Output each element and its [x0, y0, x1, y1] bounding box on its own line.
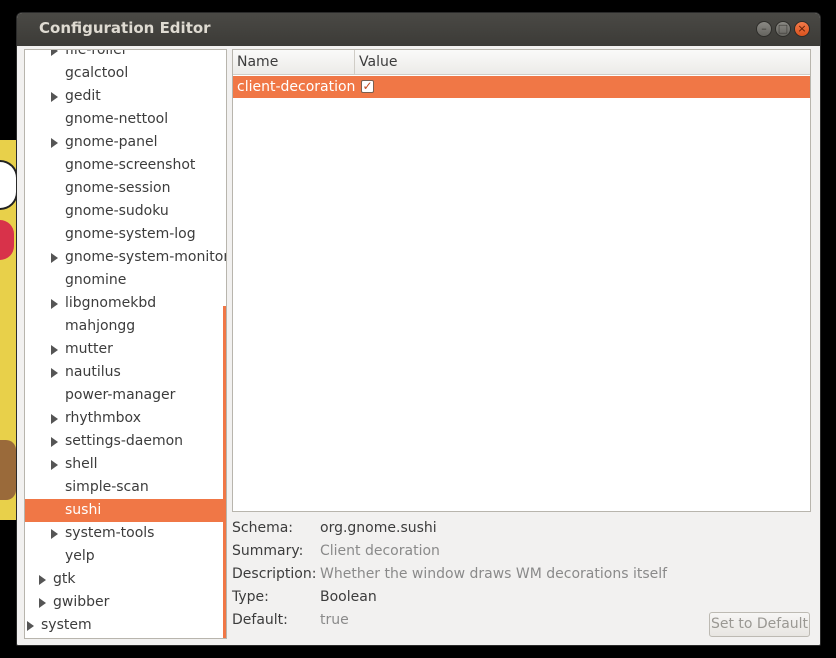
tree-item[interactable]: gnome-panel — [25, 131, 225, 154]
wallpaper-art — [0, 220, 14, 260]
tree-item-label: nautilus — [65, 364, 121, 380]
tree-item[interactable]: gnome-nettool — [25, 108, 225, 131]
tree-item-label: rhythmbox — [65, 410, 141, 426]
close-button[interactable]: × — [794, 21, 810, 37]
tree-item-label: gnomine — [65, 272, 127, 288]
tree-item-label: mutter — [65, 341, 113, 357]
type-value: Boolean — [320, 589, 377, 605]
description-label: Description: — [232, 566, 317, 582]
tree-item-label: gcalctool — [65, 65, 129, 81]
type-label: Type: — [232, 589, 269, 605]
tree-item-label: system-tools — [65, 525, 155, 541]
configuration-editor-window: Configuration Editor – □ × file-roller gc… — [16, 12, 821, 646]
schema-tree[interactable]: file-roller gcalctool gedit gnome-nettool gn… — [24, 49, 227, 639]
title-bar[interactable]: Configuration Editor – □ × — [17, 13, 820, 46]
summary-value: Client decoration — [320, 543, 440, 559]
column-header-name[interactable]: Name — [233, 50, 355, 74]
wallpaper-art — [0, 440, 16, 500]
tree-item-label: power-manager — [65, 387, 176, 403]
tree-item-label: shell — [65, 456, 98, 472]
tree-item[interactable]: gnome-sudoku — [25, 200, 225, 223]
tree-item-label: gedit — [65, 88, 101, 104]
minimize-button[interactable]: – — [756, 21, 772, 37]
set-to-default-button[interactable]: Set to Default — [709, 612, 810, 637]
tree-item[interactable]: gnome-system-log — [25, 223, 225, 246]
expander-arrow-icon[interactable] — [51, 92, 58, 102]
tree-item-label: gnome-system-monitor — [65, 249, 227, 265]
value-checkbox[interactable]: ✓ — [361, 80, 374, 93]
tree-item[interactable]: shell — [25, 453, 225, 476]
keys-table: Name Value client-decoration ✓ — [232, 49, 811, 512]
tree-item[interactable]: gnome-session — [25, 177, 225, 200]
expander-arrow-icon[interactable] — [51, 138, 58, 148]
tree-item-label: libgnomekbd — [65, 295, 157, 311]
tree-item-label: gnome-screenshot — [65, 157, 196, 173]
default-label: Default: — [232, 612, 288, 628]
tree-item[interactable]: libgnomekbd — [25, 292, 225, 315]
summary-label: Summary: — [232, 543, 304, 559]
tree-item[interactable]: gnome-system-monitor — [25, 246, 227, 269]
tree-item-label: system — [41, 617, 92, 633]
tree-item[interactable]: yelp — [25, 545, 225, 568]
tree-item-label: gtk — [53, 571, 76, 587]
tree-item-label: simple-scan — [65, 479, 149, 495]
tree-item[interactable]: power-manager — [25, 384, 225, 407]
expander-arrow-icon[interactable] — [51, 460, 58, 470]
schema-value: org.gnome.sushi — [320, 520, 437, 536]
tree-item-label: mahjongg — [65, 318, 136, 334]
tree-item[interactable]: settings-daemon — [25, 430, 225, 453]
tree-item-label: gnome-panel — [65, 134, 158, 150]
tree-item[interactable]: gedit — [25, 85, 225, 108]
tree-item[interactable]: gnomine — [25, 269, 225, 292]
expander-arrow-icon[interactable] — [51, 299, 58, 309]
column-header-value[interactable]: Value — [355, 50, 810, 74]
expander-arrow-icon[interactable] — [39, 598, 46, 608]
expander-arrow-icon[interactable] — [51, 50, 58, 56]
expander-arrow-icon[interactable] — [51, 368, 58, 378]
window-title: Configuration Editor — [39, 19, 211, 37]
default-value: true — [320, 612, 349, 628]
tree-item-label: file-roller — [65, 49, 128, 58]
maximize-button[interactable]: □ — [775, 21, 791, 37]
tree-item-label: settings-daemon — [65, 433, 184, 449]
table-row[interactable]: client-decoration ✓ — [233, 76, 810, 98]
tree-item-label: gnome-session — [65, 180, 171, 196]
expander-arrow-icon[interactable] — [51, 529, 58, 539]
tree-item[interactable]: system — [25, 614, 225, 637]
tree-item-label: gnome-nettool — [65, 111, 169, 127]
tree-item[interactable]: simple-scan — [25, 476, 225, 499]
tree-item[interactable]: gnome-screenshot — [25, 154, 225, 177]
expander-arrow-icon[interactable] — [39, 575, 46, 585]
tree-item-label: gnome-sudoku — [65, 203, 169, 219]
description-value: Whether the window draws WM decorations … — [320, 566, 668, 582]
tree-item[interactable]: mutter — [25, 338, 225, 361]
tree-item[interactable]: rhythmbox — [25, 407, 225, 430]
tree-item[interactable]: sushi — [25, 499, 225, 522]
tree-item[interactable]: gtk — [25, 568, 225, 591]
expander-arrow-icon[interactable] — [51, 253, 58, 263]
expander-arrow-icon[interactable] — [51, 437, 58, 447]
tree-item-label: gnome-system-log — [65, 226, 196, 242]
tree-item-label: sushi — [65, 502, 102, 518]
expander-arrow-icon[interactable] — [27, 621, 34, 631]
expander-arrow-icon[interactable] — [51, 345, 58, 355]
tree-item-label: gwibber — [53, 594, 110, 610]
expander-arrow-icon[interactable] — [51, 414, 58, 424]
tree-item[interactable]: file-roller — [25, 49, 225, 62]
tree-item[interactable]: gwibber — [25, 591, 225, 614]
window-controls: – □ × — [756, 21, 810, 37]
tree-item[interactable]: mahjongg — [25, 315, 225, 338]
tree-item[interactable]: system-tools — [25, 522, 225, 545]
tree-item-label: yelp — [65, 548, 95, 564]
tree-item[interactable]: nautilus — [25, 361, 225, 384]
schema-label: Schema: — [232, 520, 294, 536]
key-name-cell: client-decoration — [237, 79, 356, 95]
tree-item[interactable]: gcalctool — [25, 62, 225, 85]
table-header: Name Value — [233, 50, 810, 75]
